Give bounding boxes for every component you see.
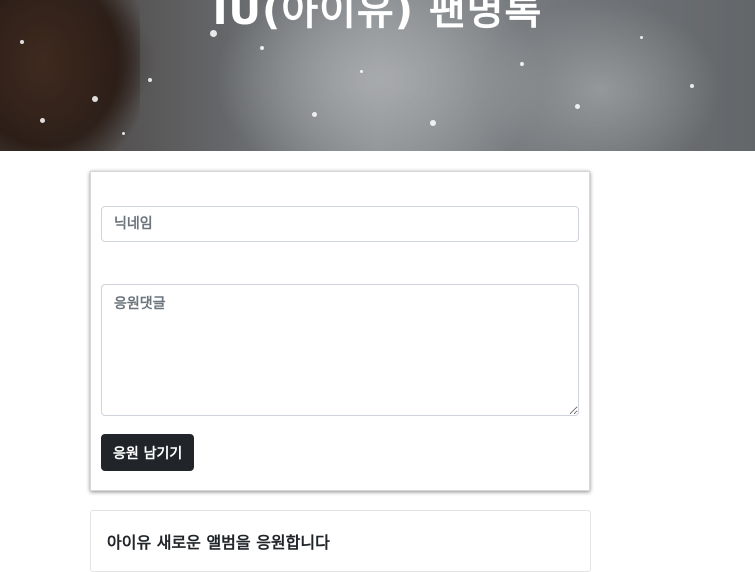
snow-flake [148, 78, 152, 82]
comment-card: 아이유 새로운 앨범을 응원합니다 [90, 510, 591, 572]
snow-flake [360, 70, 363, 73]
snow-flake [260, 46, 264, 50]
snow-flake [690, 84, 694, 88]
snow-flake [20, 40, 24, 44]
snow-flake [575, 104, 580, 109]
snow-flake [122, 132, 125, 135]
snow-flake [92, 96, 98, 102]
hero-banner: IU(아이유) 팬명록 [0, 0, 755, 151]
nickname-input[interactable] [101, 206, 579, 242]
comment-text: 아이유 새로운 앨범을 응원합니다 [107, 533, 330, 552]
snow-flake [312, 112, 317, 117]
snow-flake [520, 62, 524, 66]
comment-textarea[interactable] [101, 284, 579, 416]
snow-flake [40, 118, 45, 123]
page-title: IU(아이유) 팬명록 [212, 0, 543, 34]
snow-flake [430, 120, 436, 126]
comment-form: 응원 남기기 [90, 171, 590, 491]
submit-cheer-button[interactable]: 응원 남기기 [101, 434, 195, 471]
snow-flake [640, 36, 643, 39]
